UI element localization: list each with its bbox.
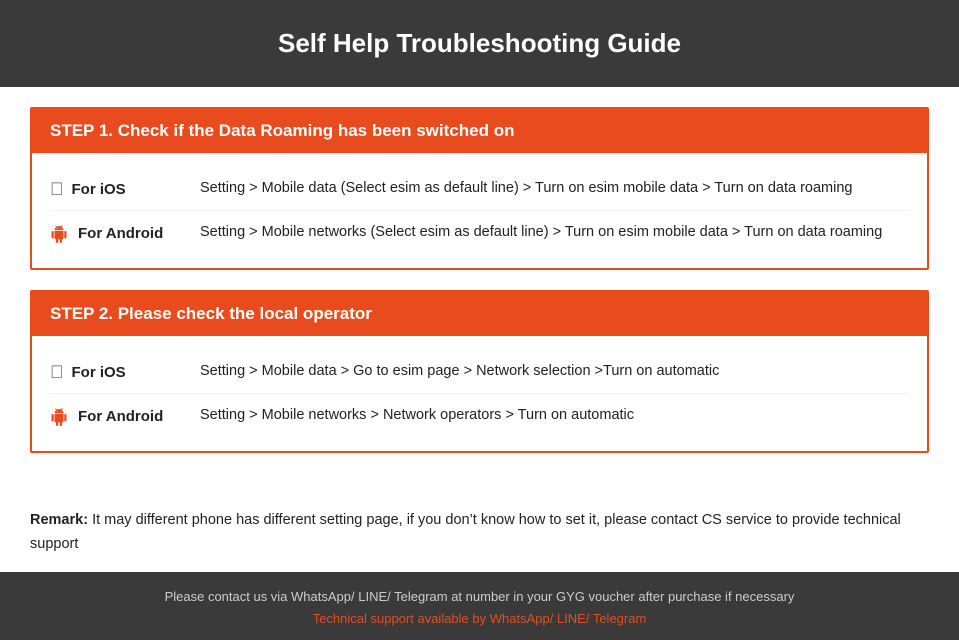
step2-ios-text: Setting > Mobile data > Go to esim page … (200, 360, 909, 382)
step1-content:  For iOS Setting > Mobile data (Select … (32, 153, 927, 268)
step2-android-label: For Android (50, 404, 200, 427)
step2-block: STEP 2. Please check the local operator … (30, 290, 929, 453)
main-content: STEP 1. Check if the Data Roaming has be… (0, 87, 959, 503)
android-icon-2 (50, 406, 70, 427)
footer: Please contact us via WhatsApp/ LINE/ Te… (0, 572, 959, 640)
remark-label: Remark: (30, 512, 88, 528)
step2-divider (50, 393, 909, 394)
page-header: Self Help Troubleshooting Guide (0, 0, 959, 87)
android-icon (50, 223, 70, 244)
remark-section: Remark: It may different phone has diffe… (0, 503, 959, 571)
remark-text: It may different phone has different set… (30, 512, 901, 551)
step1-android-row: For Android Setting > Mobile networks (S… (50, 213, 909, 252)
step2-ios-row:  For iOS Setting > Mobile data > Go to … (50, 352, 909, 391)
apple-icon-2:  (50, 362, 64, 383)
step1-ios-text: Setting > Mobile data (Select esim as de… (200, 177, 909, 199)
step1-divider (50, 210, 909, 211)
step1-ios-label:  For iOS (50, 177, 200, 200)
step2-android-row: For Android Setting > Mobile networks > … (50, 396, 909, 435)
step2-android-text: Setting > Mobile networks > Network oper… (200, 404, 909, 426)
step1-android-label: For Android (50, 221, 200, 244)
step1-ios-row:  For iOS Setting > Mobile data (Select … (50, 169, 909, 208)
step2-ios-label:  For iOS (50, 360, 200, 383)
step1-block: STEP 1. Check if the Data Roaming has be… (30, 107, 929, 270)
step2-heading: STEP 2. Please check the local operator (32, 292, 927, 336)
step2-content:  For iOS Setting > Mobile data > Go to … (32, 336, 927, 451)
footer-line2: Technical support available by WhatsApp/… (20, 608, 939, 630)
step1-heading: STEP 1. Check if the Data Roaming has be… (32, 109, 927, 153)
step1-android-text: Setting > Mobile networks (Select esim a… (200, 221, 909, 243)
footer-line1: Please contact us via WhatsApp/ LINE/ Te… (20, 586, 939, 608)
apple-icon:  (50, 179, 64, 200)
page-title: Self Help Troubleshooting Guide (20, 28, 939, 59)
